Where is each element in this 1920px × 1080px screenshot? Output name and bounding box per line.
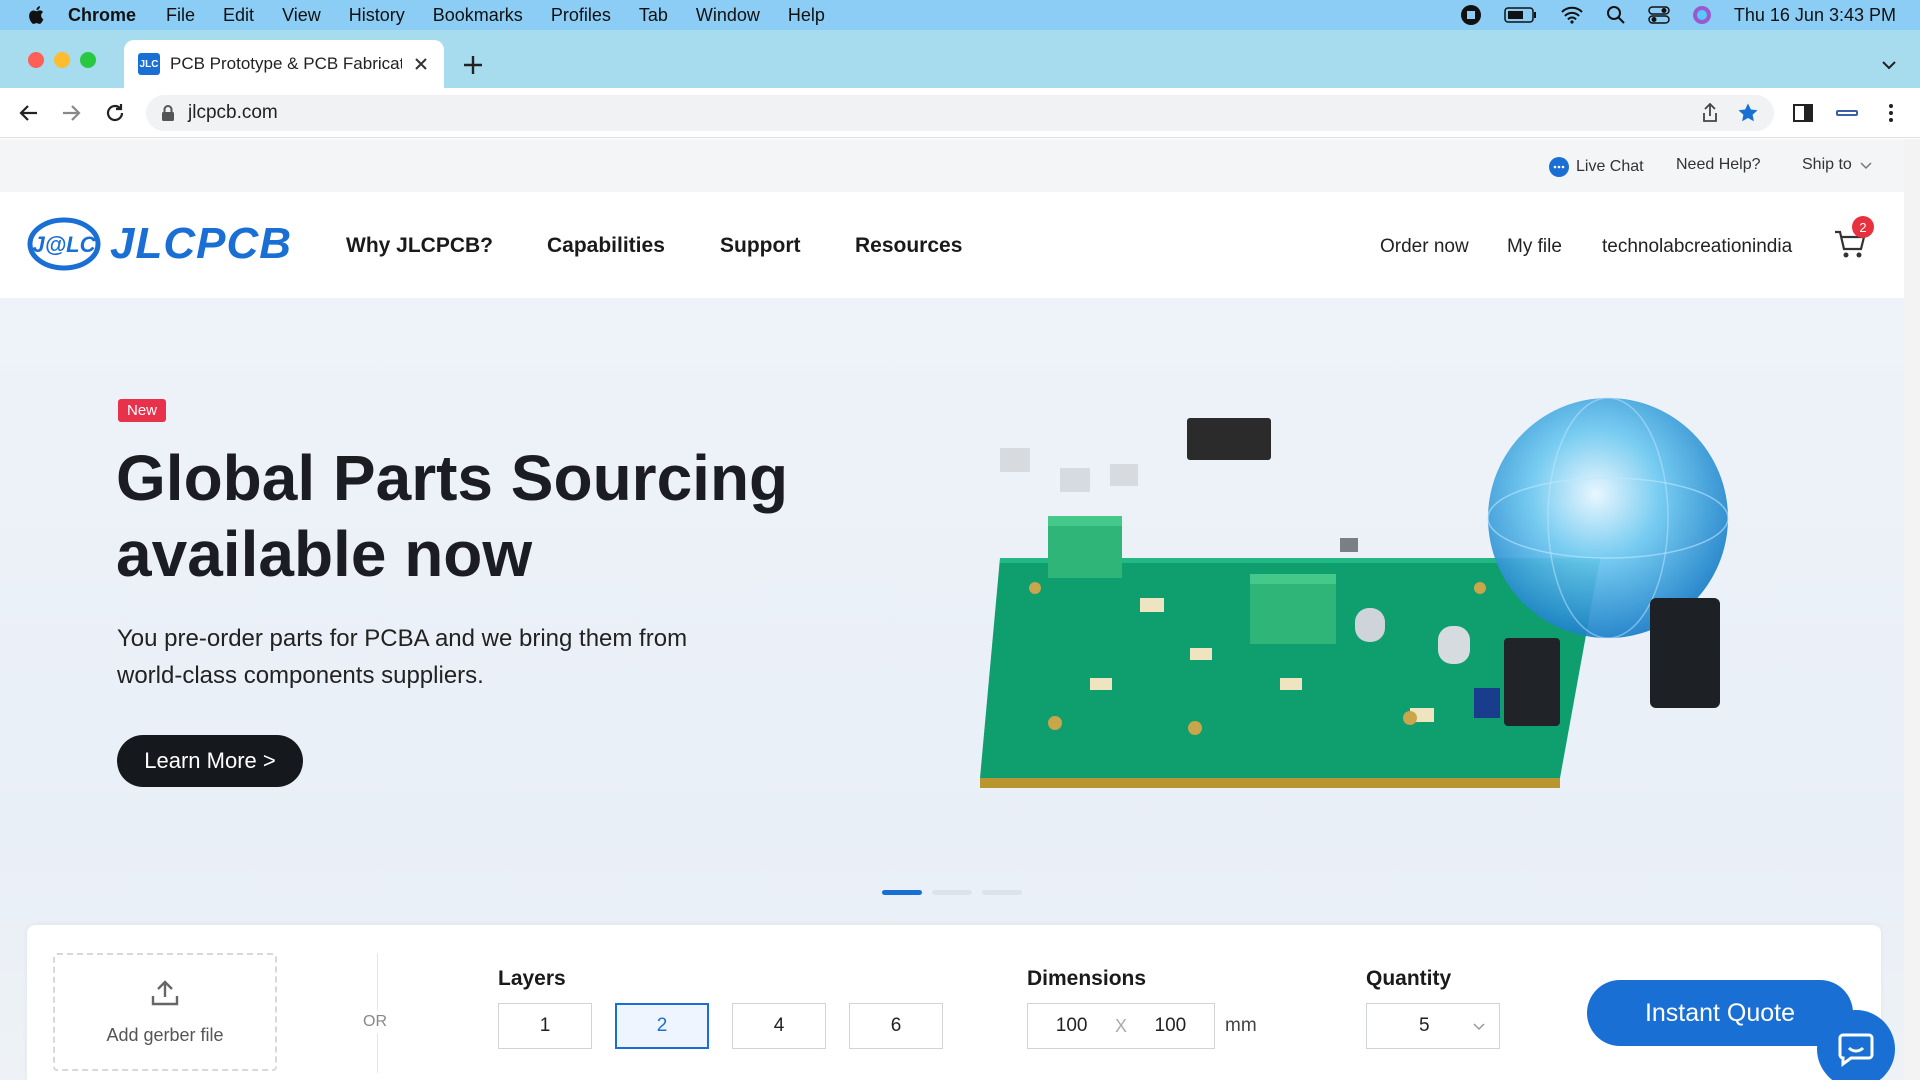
tab-title: PCB Prototype & PCB Fabricati (170, 54, 402, 73)
tab-search-chevron-icon[interactable] (1880, 58, 1898, 72)
dimension-width-input[interactable]: 100 (1056, 1015, 1088, 1037)
browser-tab-active[interactable]: JLC PCB Prototype & PCB Fabricati (124, 40, 444, 88)
status-area: Thu 16 Jun 3:43 PM (1460, 0, 1896, 30)
chevron-down-icon (1473, 1023, 1485, 1031)
upload-icon (151, 980, 179, 1006)
address-url[interactable]: jlcpcb.com (188, 102, 278, 124)
menu-bookmarks[interactable]: Bookmarks (433, 5, 523, 26)
learn-more-button[interactable]: Learn More > (117, 735, 303, 787)
back-arrow-icon[interactable] (16, 100, 42, 126)
record-icon[interactable] (1460, 4, 1482, 26)
quick-quote-panel: Add gerber file OR Layers 1 2 4 6 Dimens… (27, 925, 1881, 1080)
menu-help[interactable]: Help (788, 5, 825, 26)
dimensions-input-group: 100 X 100 (1027, 1003, 1215, 1049)
dimension-separator: X (1114, 1015, 1127, 1036)
carousel-dot-2[interactable] (932, 890, 972, 895)
dimension-unit: mm (1225, 1015, 1257, 1036)
quantity-label: Quantity (1366, 967, 1452, 990)
browser-tab-strip: JLC PCB Prototype & PCB Fabricati (0, 30, 1920, 88)
chat-icon (1838, 1033, 1874, 1067)
hero-headline: Global Parts Sourcing available now (116, 442, 789, 590)
control-center-icon[interactable] (1648, 5, 1670, 25)
jlcpcb-favicon-icon: JLC (138, 53, 160, 75)
new-badge: New (118, 399, 167, 422)
layer-option-2[interactable]: 2 (615, 1003, 709, 1049)
menu-file[interactable]: File (166, 5, 195, 26)
nav-capabilities[interactable]: Capabilities (547, 234, 665, 258)
window-zoom-button[interactable] (80, 52, 96, 68)
lock-icon[interactable] (160, 104, 176, 122)
new-tab-plus-icon[interactable] (460, 52, 486, 78)
carousel-dot-1[interactable] (882, 890, 922, 895)
chat-bubble-icon (1549, 157, 1569, 177)
logo-mark-text: J@LC (32, 232, 96, 257)
kebab-menu-icon[interactable] (1878, 100, 1904, 126)
quantity-value: 5 (1419, 1015, 1430, 1036)
my-file-link[interactable]: My file (1507, 236, 1562, 258)
reload-icon[interactable] (102, 100, 128, 126)
page-scrollbar[interactable] (1904, 139, 1920, 1080)
instant-quote-button[interactable]: Instant Quote (1587, 980, 1853, 1046)
siri-icon[interactable] (1692, 5, 1712, 25)
add-gerber-label: Add gerber file (106, 1025, 224, 1045)
layer-option-1[interactable]: 1 (498, 1003, 592, 1049)
menu-window[interactable]: Window (696, 5, 760, 26)
or-separator: OR (363, 1011, 387, 1033)
menu-app-name[interactable]: Chrome (68, 5, 136, 26)
ship-to-dropdown[interactable]: Ship to (1802, 156, 1874, 174)
chat-widget-button[interactable] (1817, 1010, 1895, 1080)
add-gerber-dropzone[interactable]: Add gerber file (53, 953, 277, 1071)
nav-support[interactable]: Support (720, 234, 800, 258)
jlc-logo-mark-icon: J@LC (27, 217, 101, 271)
forward-arrow-icon[interactable] (58, 100, 84, 126)
carousel-dot-3[interactable] (982, 890, 1022, 895)
dimension-height-input[interactable]: 100 (1155, 1015, 1187, 1037)
dimensions-label: Dimensions (1027, 967, 1147, 990)
browser-toolbar: jlcpcb.com (0, 88, 1920, 138)
menu-view[interactable]: View (282, 5, 321, 26)
carousel-pagination (882, 890, 1022, 895)
wifi-icon[interactable] (1560, 6, 1584, 24)
utility-bar: Live Chat Need Help? Ship to (0, 139, 1904, 192)
apple-logo-icon[interactable] (26, 4, 48, 26)
nav-resources[interactable]: Resources (855, 234, 962, 258)
layers-label: Layers (498, 967, 566, 990)
site-header: J@LC JLCPCB Why JLCPCB? Capabilities Sup… (0, 192, 1904, 298)
layer-option-4[interactable]: 4 (732, 1003, 826, 1049)
menu-tab[interactable]: Tab (639, 5, 668, 26)
pcb-globe-illustration (980, 397, 1729, 788)
nav-why-jlcpcb[interactable]: Why JLCPCB? (346, 234, 493, 258)
macos-menu-bar: Chrome File Edit View History Bookmarks … (0, 0, 1920, 30)
live-chat-label: Live Chat (1576, 158, 1644, 175)
menu-profiles[interactable]: Profiles (551, 5, 611, 26)
battery-icon[interactable] (1504, 6, 1538, 24)
extension-icon[interactable] (1834, 100, 1860, 126)
bookmark-star-icon[interactable] (1736, 101, 1760, 125)
window-minimize-button[interactable] (54, 52, 70, 68)
need-help-label: Need Help? (1676, 156, 1761, 173)
ship-to-label: Ship to (1802, 156, 1852, 173)
spotlight-search-icon[interactable] (1606, 5, 1626, 25)
order-now-link[interactable]: Order now (1380, 236, 1469, 258)
address-bar[interactable]: jlcpcb.com (146, 95, 1774, 131)
share-icon[interactable] (1698, 101, 1722, 125)
chevron-down-icon (1860, 162, 1872, 170)
tab-close-icon[interactable] (412, 55, 430, 73)
hero-subtext: You pre-order parts for PCBA and we brin… (117, 625, 688, 689)
quantity-select[interactable]: 5 (1366, 1003, 1500, 1049)
jlcpcb-logo[interactable]: J@LC JLCPCB (26, 214, 292, 274)
menu-clock[interactable]: Thu 16 Jun 3:43 PM (1734, 5, 1896, 26)
window-close-button[interactable] (28, 52, 44, 68)
cart-count-badge: 2 (1852, 216, 1874, 238)
live-chat-link[interactable]: Live Chat (1548, 156, 1644, 178)
menu-edit[interactable]: Edit (223, 5, 254, 26)
layer-option-6[interactable]: 6 (849, 1003, 943, 1049)
logo-wordmark: JLCPCB (110, 219, 293, 268)
menu-history[interactable]: History (349, 5, 405, 26)
side-panel-icon[interactable] (1790, 100, 1816, 126)
need-help-link[interactable]: Need Help? (1676, 156, 1761, 174)
account-username[interactable]: technolabcreationindia (1602, 236, 1792, 258)
